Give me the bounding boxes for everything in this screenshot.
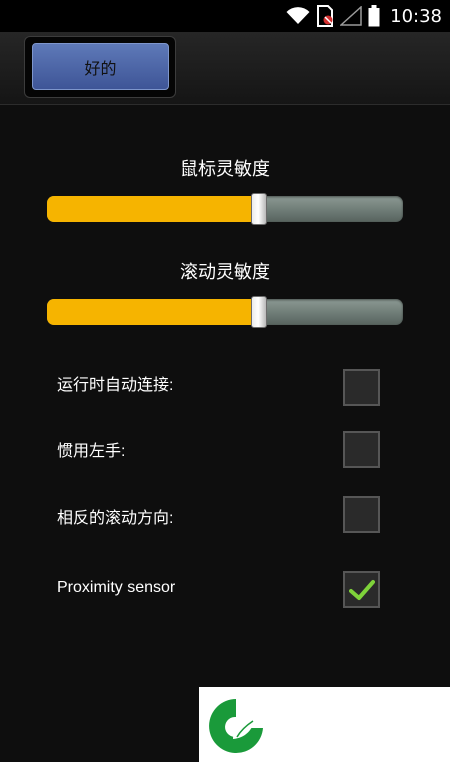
mouse-sensitivity-slider[interactable] (47, 196, 403, 222)
ok-button[interactable]: 好的 (32, 43, 169, 90)
scroll-sensitivity-fill (47, 299, 259, 325)
scroll-sensitivity-slider[interactable] (47, 299, 403, 325)
mouse-sensitivity-thumb[interactable] (250, 193, 267, 225)
signal-icon (340, 6, 362, 26)
battery-icon (368, 5, 380, 27)
status-icons: 10:38 (286, 0, 442, 32)
status-bar: 10:38 (0, 0, 450, 32)
leaf-logo-icon (209, 699, 263, 753)
check-icon (348, 579, 375, 600)
scroll-sensitivity-title: 滚动灵敏度 (180, 262, 270, 283)
auto-connect-checkbox[interactable] (343, 369, 380, 406)
clock: 10:38 (390, 5, 442, 27)
left-handed-checkbox[interactable] (343, 431, 380, 468)
reverse-scroll-label: 相反的滚动方向: (57, 510, 174, 527)
scroll-sensitivity-thumb[interactable] (250, 296, 267, 328)
reverse-scroll-checkbox[interactable] (343, 496, 380, 533)
sim-card-icon (316, 5, 334, 27)
left-handed-label: 惯用左手: (57, 443, 126, 460)
auto-connect-label: 运行时自动连接: (57, 377, 174, 394)
mouse-sensitivity-title: 鼠标灵敏度 (180, 159, 270, 180)
proximity-sensor-label: Proximity sensor (57, 579, 176, 596)
proximity-sensor-checkbox[interactable] (343, 571, 380, 608)
wifi-icon (286, 7, 310, 25)
mouse-sensitivity-fill (47, 196, 259, 222)
watermark (199, 687, 450, 762)
